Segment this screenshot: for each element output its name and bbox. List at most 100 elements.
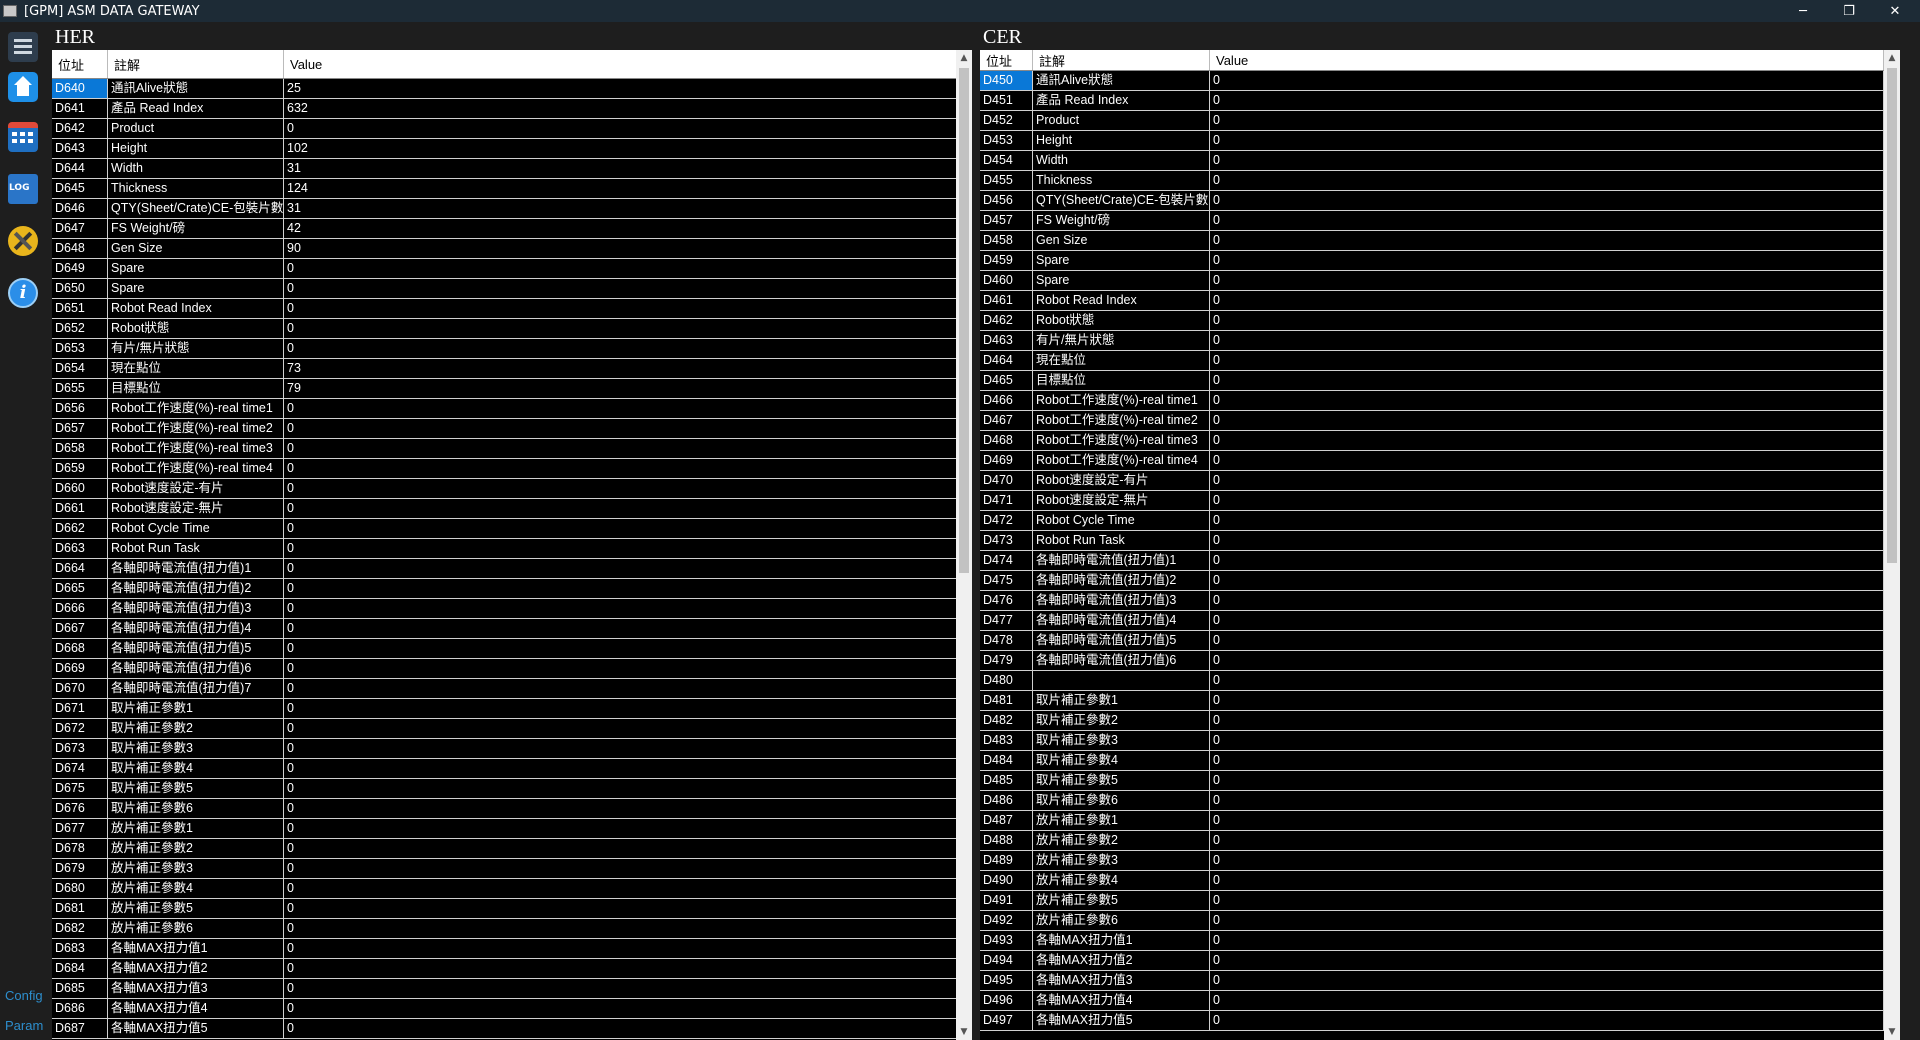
address-cell[interactable]: D686 [52,999,108,1018]
value-cell[interactable]: 0 [1210,431,1884,450]
address-cell[interactable]: D654 [52,359,108,378]
scroll-thumb[interactable] [959,68,969,573]
note-cell[interactable]: Width [1033,151,1210,170]
minimize-button[interactable]: ─ [1780,0,1826,22]
value-cell[interactable]: 0 [1210,131,1884,150]
address-cell[interactable]: D669 [52,659,108,678]
menu-icon[interactable] [8,32,38,62]
address-cell[interactable]: D488 [980,831,1033,850]
scroll-thumb[interactable] [1887,68,1897,563]
value-cell[interactable]: 0 [1210,191,1884,210]
table-row[interactable]: D667 各軸即時電流值(扭力值)4 0 [52,619,972,639]
table-row[interactable]: D469 Robot工作速度(%)-real time4 0 [980,451,1900,471]
address-cell[interactable]: D655 [52,379,108,398]
value-cell[interactable]: 0 [1210,351,1884,370]
table-row[interactable]: D495 各軸MAX扭力值3 0 [980,971,1900,991]
value-cell[interactable]: 0 [1210,171,1884,190]
address-cell[interactable]: D491 [980,891,1033,910]
scroll-up-icon[interactable]: ▲ [1884,50,1900,66]
table-row[interactable]: D456 QTY(Sheet/Crate)CE-包裝片數 0 [980,191,1900,211]
value-cell[interactable]: 0 [1210,151,1884,170]
column-header-note[interactable]: 註解 [1033,50,1210,70]
value-cell[interactable]: 0 [1210,291,1884,310]
value-cell[interactable]: 0 [284,539,964,558]
table-row[interactable]: D457 FS Weight/磅 0 [980,211,1900,231]
address-cell[interactable]: D469 [980,451,1033,470]
table-row[interactable]: D655 目標點位 79 [52,379,972,399]
note-cell[interactable]: 各軸即時電流值(扭力值)1 [1033,551,1210,570]
scroll-up-icon[interactable]: ▲ [956,50,972,66]
value-cell[interactable]: 0 [1210,811,1884,830]
table-row[interactable]: D668 各軸即時電流值(扭力值)5 0 [52,639,972,659]
note-cell[interactable]: 各軸即時電流值(扭力值)5 [108,639,284,658]
value-cell[interactable]: 0 [1210,571,1884,590]
table-row[interactable]: D460 Spare 0 [980,271,1900,291]
value-cell[interactable]: 0 [284,479,964,498]
table-row[interactable]: D640 通訊Alive狀態 25 [52,79,972,99]
value-cell[interactable]: 0 [284,339,964,358]
note-cell[interactable]: 有片/無片狀態 [108,339,284,358]
address-cell[interactable]: D683 [52,939,108,958]
address-cell[interactable]: D490 [980,871,1033,890]
table-row[interactable]: D465 目標點位 0 [980,371,1900,391]
value-cell[interactable]: 0 [1210,931,1884,950]
value-cell[interactable]: 0 [1210,231,1884,250]
table-row[interactable]: D472 Robot Cycle Time 0 [980,511,1900,531]
value-cell[interactable]: 0 [284,259,964,278]
value-cell[interactable]: 0 [284,899,964,918]
table-row[interactable]: D461 Robot Read Index 0 [980,291,1900,311]
note-cell[interactable]: 產品 Read Index [108,99,284,118]
table-row[interactable]: D466 Robot工作速度(%)-real time1 0 [980,391,1900,411]
table-row[interactable]: D491 放片補正參數5 0 [980,891,1900,911]
address-cell[interactable]: D481 [980,691,1033,710]
note-cell[interactable]: Gen Size [1033,231,1210,250]
address-cell[interactable]: D657 [52,419,108,438]
note-cell[interactable]: 各軸MAX扭力值2 [1033,951,1210,970]
note-cell[interactable]: 產品 Read Index [1033,91,1210,110]
table-row[interactable]: D684 各軸MAX扭力值2 0 [52,959,972,979]
value-cell[interactable]: 0 [284,699,964,718]
value-cell[interactable]: 42 [284,219,964,238]
info-icon[interactable]: i [8,278,38,308]
note-cell[interactable]: 取片補正參數4 [108,759,284,778]
table-row[interactable]: D462 Robot狀態 0 [980,311,1900,331]
address-cell[interactable]: D676 [52,799,108,818]
note-cell[interactable]: Robot工作速度(%)-real time3 [1033,431,1210,450]
note-cell[interactable]: Product [1033,111,1210,130]
address-cell[interactable]: D497 [980,1011,1033,1030]
value-cell[interactable]: 0 [284,299,964,318]
address-cell[interactable]: D643 [52,139,108,158]
value-cell[interactable]: 0 [1210,471,1884,490]
note-cell[interactable]: QTY(Sheet/Crate)CE-包裝片數 [1033,191,1210,210]
table-row[interactable]: D480 0 [980,671,1900,691]
address-cell[interactable]: D484 [980,751,1033,770]
address-cell[interactable]: D450 [980,71,1033,90]
address-cell[interactable]: D679 [52,859,108,878]
value-cell[interactable]: 0 [284,979,964,998]
table-row[interactable]: D683 各軸MAX扭力值1 0 [52,939,972,959]
tools-icon[interactable] [8,226,38,256]
value-cell[interactable]: 0 [1210,951,1884,970]
value-cell[interactable]: 0 [284,499,964,518]
log-icon[interactable]: LOG [8,174,38,204]
table-row[interactable]: D479 各軸即時電流值(扭力值)6 0 [980,651,1900,671]
address-cell[interactable]: D687 [52,1019,108,1038]
note-cell[interactable]: 取片補正參數1 [108,699,284,718]
note-cell[interactable]: 各軸即時電流值(扭力值)5 [1033,631,1210,650]
note-cell[interactable]: 取片補正參數3 [1033,731,1210,750]
note-cell[interactable]: 通訊Alive狀態 [1033,71,1210,90]
address-cell[interactable]: D662 [52,519,108,538]
note-cell[interactable]: Spare [1033,251,1210,270]
note-cell[interactable]: 各軸MAX扭力值5 [1033,1011,1210,1030]
value-cell[interactable]: 0 [1210,871,1884,890]
address-cell[interactable]: D653 [52,339,108,358]
table-row[interactable]: D458 Gen Size 0 [980,231,1900,251]
table-row[interactable]: D666 各軸即時電流值(扭力值)3 0 [52,599,972,619]
value-cell[interactable]: 0 [284,819,964,838]
param-link[interactable]: Param [5,1018,43,1033]
address-cell[interactable]: D658 [52,439,108,458]
address-cell[interactable]: D494 [980,951,1033,970]
note-cell[interactable]: 取片補正參數5 [108,779,284,798]
table-row[interactable]: D471 Robot速度設定-無片 0 [980,491,1900,511]
note-cell[interactable] [1033,671,1210,690]
